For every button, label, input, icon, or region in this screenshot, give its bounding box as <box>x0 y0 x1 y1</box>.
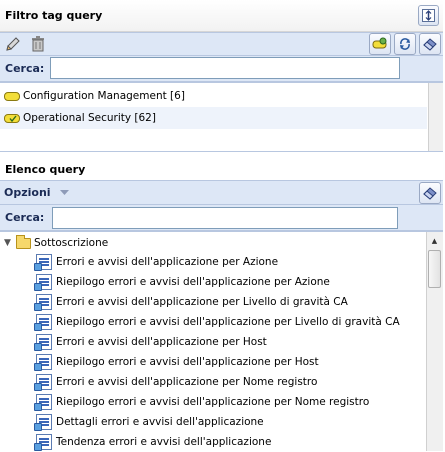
collapse-button[interactable] <box>418 5 439 26</box>
query-icon <box>34 414 52 431</box>
clear-query-filter-button[interactable] <box>419 182 441 204</box>
query-icon <box>34 394 52 411</box>
tag-item-configuration-management[interactable]: Configuration Management [6] <box>0 85 427 107</box>
query-search-input[interactable] <box>52 207 398 229</box>
query-label: Errori e avvisi dell'applicazione per Ho… <box>56 336 267 348</box>
query-label: Riepilogo errori e avvisi dell'applicazi… <box>56 396 370 408</box>
scroll-thumb[interactable] <box>428 250 441 288</box>
query-item[interactable]: Riepilogo errori e avvisi dell'applicazi… <box>34 272 330 292</box>
add-tag-button[interactable] <box>369 33 391 55</box>
trash-icon <box>32 36 44 52</box>
query-panel-title: Elenco query <box>5 163 86 176</box>
options-menu[interactable]: Opzioni <box>4 186 69 199</box>
query-tree-scrollbar[interactable]: ▲ <box>426 232 443 451</box>
query-tree: ▼ Sottoscrizione Errori e avvisi dell'ap… <box>0 231 443 452</box>
query-label: Riepilogo errori e avvisi dell'applicazi… <box>56 316 400 328</box>
tag-add-icon <box>372 37 387 49</box>
filter-panel-header: Filtro tag query <box>0 0 443 32</box>
collapse-arrow-icon[interactable]: ▼ <box>4 238 14 248</box>
eraser-icon <box>423 38 437 51</box>
filter-toolbar <box>0 32 443 56</box>
query-icon <box>34 274 52 291</box>
query-search-row: Cerca: <box>0 205 443 231</box>
query-label: Riepilogo errori e avvisi dell'applicazi… <box>56 276 330 288</box>
folder-icon <box>16 234 31 249</box>
query-item[interactable]: Errori e avvisi dell'applicazione per Li… <box>34 292 348 312</box>
query-item[interactable]: Errori e avvisi dell'applicazione per No… <box>34 372 318 392</box>
query-item[interactable]: Riepilogo errori e avvisi dell'applicazi… <box>34 352 319 372</box>
query-icon <box>34 254 52 271</box>
query-item[interactable]: Dettagli errori e avvisi dell'applicazio… <box>34 412 264 432</box>
query-toolbar: Opzioni <box>0 180 443 205</box>
collapse-icon <box>422 9 435 22</box>
query-icon <box>34 374 52 391</box>
filter-search-input[interactable] <box>50 57 400 79</box>
filter-search-label: Cerca: <box>5 62 45 75</box>
edit-button[interactable] <box>4 35 22 53</box>
query-icon <box>34 314 52 331</box>
pencil-icon <box>6 37 20 51</box>
query-label: Riepilogo errori e avvisi dell'applicazi… <box>56 356 319 368</box>
tree-folder-sottoscrizione[interactable]: ▼ Sottoscrizione <box>4 233 108 253</box>
tag-icon <box>4 91 20 101</box>
query-label: Errori e avvisi dell'applicazione per No… <box>56 376 318 388</box>
query-icon <box>34 434 52 451</box>
refresh-icon <box>400 38 410 50</box>
query-icon <box>34 334 52 351</box>
scroll-up-arrow-icon[interactable]: ▲ <box>427 233 442 248</box>
query-item[interactable]: Riepilogo errori e avvisi dell'applicazi… <box>34 312 400 332</box>
tag-item-operational-security[interactable]: Operational Security [62] <box>0 107 427 129</box>
dropdown-arrow-icon <box>59 189 69 195</box>
filter-search-row: Cerca: <box>0 56 443 82</box>
clear-filter-button[interactable] <box>419 33 441 55</box>
tag-list: Configuration Management [6] Operational… <box>0 82 443 152</box>
query-label: Tendenza errori e avvisi dell'applicazio… <box>56 436 272 448</box>
folder-label: Sottoscrizione <box>34 237 109 249</box>
query-item[interactable]: Tendenza errori e avvisi dell'applicazio… <box>34 432 272 452</box>
eraser-icon <box>423 187 437 200</box>
refresh-button[interactable] <box>394 33 416 55</box>
tag-list-scrollbar[interactable] <box>428 83 443 151</box>
query-item[interactable]: Riepilogo errori e avvisi dell'applicazi… <box>34 392 370 412</box>
query-panel-header: Elenco query <box>0 152 443 180</box>
query-label: Dettagli errori e avvisi dell'applicazio… <box>56 416 264 428</box>
query-icon <box>34 354 52 371</box>
filter-panel-title: Filtro tag query <box>5 9 103 22</box>
query-label: Errori e avvisi dell'applicazione per Li… <box>56 296 348 308</box>
query-item[interactable]: Errori e avvisi dell'applicazione per Ho… <box>34 332 267 352</box>
query-search-label: Cerca: <box>5 211 45 224</box>
query-icon <box>34 294 52 311</box>
query-label: Errori e avvisi dell'applicazione per Az… <box>56 256 279 268</box>
options-label: Opzioni <box>4 186 51 199</box>
tag-label: Operational Security [62] <box>23 112 156 124</box>
query-item[interactable]: Errori e avvisi dell'applicazione per Az… <box>34 252 279 272</box>
tag-checked-icon <box>4 113 20 123</box>
tag-label: Configuration Management [6] <box>23 90 185 102</box>
delete-button[interactable] <box>29 35 47 53</box>
